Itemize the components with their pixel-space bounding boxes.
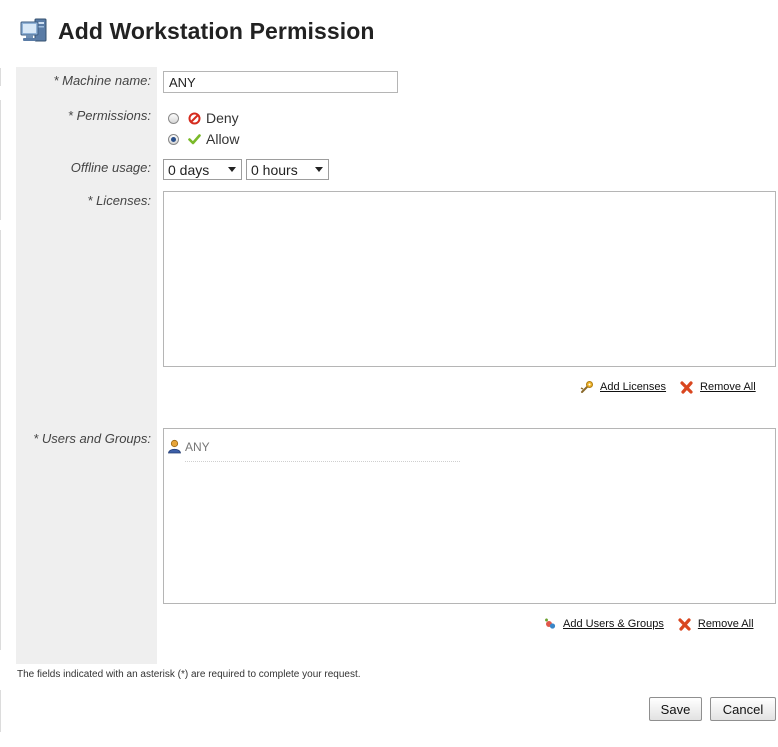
add-users-groups-link[interactable]: Add Users & Groups: [563, 618, 664, 630]
licenses-label: * Licenses:: [87, 193, 151, 208]
remove-icon: [678, 618, 691, 631]
offline-hours-value: 0 hours: [251, 161, 298, 178]
offline-usage-label: Offline usage:: [70, 160, 151, 175]
check-icon: [188, 133, 201, 144]
deny-radio[interactable]: [168, 112, 179, 124]
add-license-icon: [580, 381, 593, 393]
edge-line: [0, 690, 1, 732]
permission-option-deny[interactable]: Deny: [168, 110, 239, 126]
workstation-icon: [20, 18, 47, 42]
permissions-label: * Permissions:: [67, 108, 151, 123]
chevron-down-icon: [228, 167, 236, 172]
allow-radio[interactable]: [168, 133, 179, 145]
edge-line: [0, 230, 1, 650]
users-groups-label: * Users and Groups:: [33, 431, 151, 446]
page-header: Add Workstation Permission: [20, 14, 375, 48]
chevron-down-icon: [315, 167, 323, 172]
add-users-icon: [545, 618, 556, 629]
list-item-label: ANY: [185, 439, 210, 454]
deny-icon: [188, 112, 201, 124]
licenses-listbox[interactable]: [163, 191, 776, 367]
offline-days-select[interactable]: 0 days: [163, 159, 242, 180]
users-groups-listbox[interactable]: [163, 428, 776, 604]
user-icon: [168, 439, 181, 454]
remove-icon: [680, 381, 693, 394]
machine-name-input[interactable]: ANY: [163, 71, 398, 93]
cancel-button[interactable]: Cancel: [710, 697, 776, 721]
permission-option-allow[interactable]: Allow: [168, 131, 239, 147]
remove-all-users-link[interactable]: Remove All: [698, 618, 754, 630]
list-item[interactable]: ANY: [167, 439, 210, 454]
required-fields-note: The fields indicated with an asterisk (*…: [17, 669, 361, 680]
remove-all-licenses-link[interactable]: Remove All: [700, 381, 756, 393]
add-licenses-link[interactable]: Add Licenses: [600, 381, 666, 393]
offline-hours-select[interactable]: 0 hours: [246, 159, 329, 180]
label-column: [16, 67, 157, 664]
page-title: Add Workstation Permission: [58, 17, 375, 44]
machine-name-label: * Machine name:: [53, 73, 151, 88]
users-groups-actions: Add Users & Groups Remove All: [543, 617, 754, 631]
licenses-actions: Add Licenses Remove All: [580, 380, 756, 394]
save-button[interactable]: Save: [649, 697, 702, 721]
edge-line: [0, 68, 1, 86]
list-item-divider: [185, 461, 460, 462]
edge-line: [0, 100, 1, 220]
deny-label[interactable]: Deny: [206, 110, 239, 126]
offline-days-value: 0 days: [168, 161, 210, 178]
allow-label[interactable]: Allow: [206, 131, 239, 147]
